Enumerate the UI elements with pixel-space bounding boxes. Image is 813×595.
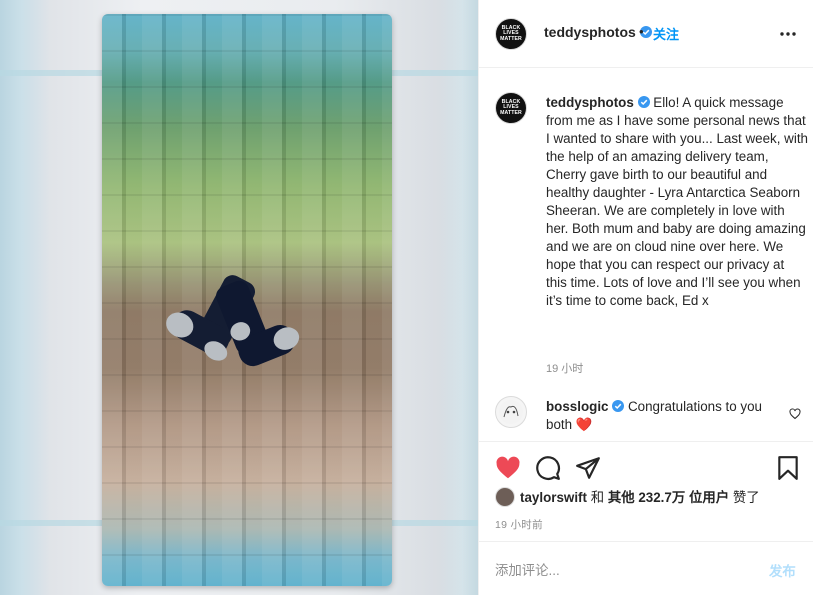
- comment-input[interactable]: [495, 560, 745, 580]
- liker-avatar[interactable]: [495, 487, 515, 507]
- post-photo[interactable]: [0, 0, 478, 595]
- red-heart-emoji: ❤️: [575, 417, 593, 432]
- more-horizontal-icon[interactable]: [779, 26, 797, 42]
- likes-connector: 和: [590, 490, 605, 505]
- comment-icon[interactable]: [535, 455, 561, 481]
- sketch-avatar-icon: [499, 400, 523, 424]
- username-text[interactable]: teddysphotos: [544, 24, 636, 40]
- post-timestamp[interactable]: 19 小时前: [495, 517, 543, 532]
- comment-item: bosslogic Congratulations to you both ❤️: [495, 396, 805, 436]
- comment-like-heart-icon[interactable]: [789, 408, 801, 420]
- avatar[interactable]: BLACK LIVES MATTER: [495, 18, 527, 50]
- liker-username[interactable]: taylorswift: [520, 490, 587, 505]
- post-header: BLACK LIVES MATTER teddysphotos • 关注: [479, 0, 813, 68]
- caption-username[interactable]: teddysphotos: [546, 95, 634, 110]
- action-bar: [479, 441, 813, 493]
- add-comment-bar: 发布: [479, 541, 813, 595]
- post-comment-button[interactable]: 发布: [769, 560, 796, 580]
- heart-filled-icon[interactable]: [495, 455, 521, 481]
- caption-timestamp[interactable]: 19 小时: [546, 360, 583, 376]
- likes-suffix: 赞了: [732, 490, 760, 505]
- commenter-avatar[interactable]: [495, 396, 527, 428]
- black-lives-matter-logo: BLACK LIVES MATTER: [500, 98, 522, 116]
- comment-username[interactable]: bosslogic: [546, 399, 609, 414]
- comment-text-block: bosslogic Congratulations to you both ❤️: [546, 398, 766, 434]
- caption-body: Ello! A quick message from me as I have …: [546, 95, 808, 308]
- bookmark-icon[interactable]: [775, 455, 801, 481]
- bassinet-frame-left: [0, 0, 50, 595]
- post-side-panel: BLACK LIVES MATTER teddysphotos • 关注 BLA…: [478, 0, 813, 595]
- verified-badge-icon: [637, 96, 650, 108]
- others-likes-link[interactable]: 其他 232.7万 位用户: [608, 490, 729, 505]
- verified-badge-icon: [612, 400, 625, 412]
- baby-socks-image: [166, 275, 300, 367]
- likes-summary: taylorswift 和 其他 232.7万 位用户 赞了: [495, 487, 805, 509]
- caption-text-block: teddysphotos Ello! A quick message from …: [546, 94, 808, 310]
- follow-button[interactable]: 关注: [653, 24, 679, 43]
- black-lives-matter-logo: BLACK LIVES MATTER: [500, 24, 522, 42]
- bassinet-frame-right: [438, 0, 478, 595]
- paper-plane-icon[interactable]: [575, 455, 601, 481]
- likes-text: taylorswift 和 其他 232.7万 位用户 赞了: [520, 487, 760, 509]
- avatar[interactable]: BLACK LIVES MATTER: [495, 92, 527, 124]
- header-username[interactable]: teddysphotos: [544, 24, 652, 40]
- separator-dot: •: [639, 24, 644, 39]
